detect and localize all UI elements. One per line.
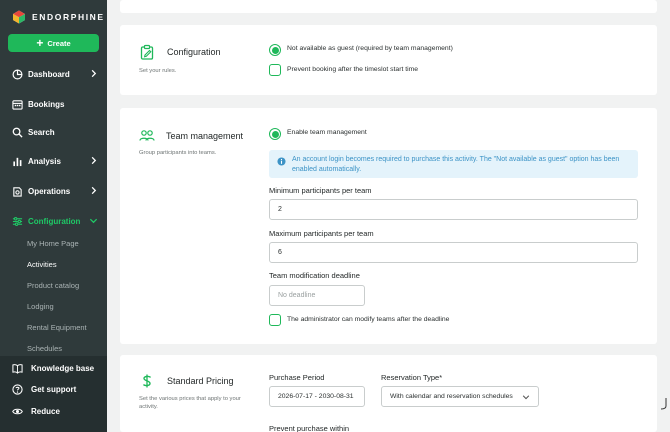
clipboard-icon	[140, 44, 154, 60]
sidebar-item-operations[interactable]: Operations	[0, 181, 107, 201]
brand[interactable]: ENDORPHINE	[12, 8, 105, 26]
endorphine-logo-icon	[13, 10, 25, 24]
team-deadline-label: Team modification deadline	[269, 271, 360, 280]
reservation-type-value: With calendar and reservation schedules	[390, 393, 513, 400]
team-info-text: An account login becomes required to pur…	[292, 156, 620, 173]
team-management-title: Team management	[166, 131, 244, 141]
chevron-down-icon	[522, 395, 530, 400]
max-participants-input[interactable]: 6	[269, 242, 638, 263]
sidebar-item-label: Analysis	[28, 156, 61, 166]
team-icon	[139, 130, 155, 141]
team-management-section: Team management Group participants into …	[120, 108, 657, 344]
reduce-sidebar-button[interactable]: Reduce	[12, 406, 60, 417]
operations-icon	[13, 186, 22, 197]
reservation-type-select[interactable]: With calendar and reservation schedules	[381, 386, 539, 407]
standard-pricing-subtitle: Set the various prices that apply to you…	[139, 396, 241, 410]
scrollbar-corner-icon	[661, 398, 667, 410]
sidebar-item-label: Operations	[28, 186, 71, 196]
plus-icon: +	[36, 35, 44, 50]
min-participants-label: Minimum participants per team	[269, 186, 372, 195]
sidebar-subitem-my-home-page[interactable]: My Home Page	[27, 239, 79, 248]
sidebar-footer: Knowledge base Get support Reduce	[0, 356, 107, 432]
sidebar-item-dashboard[interactable]: Dashboard	[0, 64, 107, 84]
dollar-icon	[142, 374, 152, 388]
sidebar-subitem-rental-equipment[interactable]: Rental Equipment	[27, 323, 87, 332]
sidebar-item-label: Bookings	[28, 99, 65, 109]
sidebar-subitem-activities[interactable]: Activities	[27, 260, 57, 269]
purchase-period-input[interactable]: 2026-07-17 - 2030-08-31	[269, 386, 365, 407]
min-participants-input[interactable]: 2	[269, 199, 638, 220]
previous-section-panel	[120, 0, 657, 13]
sidebar-subitem-lodging[interactable]: Lodging	[27, 302, 54, 311]
admin-modify-teams-checkbox[interactable]	[269, 314, 281, 326]
sliders-icon	[12, 216, 23, 226]
eye-icon	[12, 408, 23, 415]
prevent-purchase-label: Prevent purchase within	[269, 424, 350, 432]
chevron-down-icon	[89, 218, 98, 224]
sidebar-item-label: Search	[28, 127, 55, 137]
prevent-booking-label: Prevent booking after the timeslot start…	[287, 66, 419, 73]
sidebar-item-label: Dashboard	[28, 69, 70, 79]
dashboard-icon	[12, 69, 23, 79]
configuration-subtitle: Set your rules.	[139, 68, 177, 74]
max-participants-label: Maximum participants per team	[269, 229, 374, 238]
chevron-right-icon	[91, 186, 97, 195]
enable-team-management-toggle[interactable]	[269, 128, 281, 140]
team-deadline-input[interactable]: No deadline	[269, 285, 365, 306]
get-support-label: Get support	[31, 385, 77, 394]
sidebar-item-search[interactable]: Search	[0, 122, 107, 142]
sidebar-item-analysis[interactable]: Analysis	[0, 151, 107, 171]
help-icon	[12, 384, 23, 395]
standard-pricing-section: Standard Pricing Set the various prices …	[120, 355, 657, 432]
sidebar-item-bookings[interactable]: Bookings	[0, 94, 107, 114]
search-icon	[12, 127, 23, 138]
standard-pricing-title: Standard Pricing	[167, 376, 234, 386]
get-support-link[interactable]: Get support	[12, 384, 76, 395]
configuration-title: Configuration	[167, 47, 221, 57]
chevron-right-icon	[91, 156, 97, 165]
enable-team-management-label: Enable team management	[287, 129, 367, 136]
create-button[interactable]: + Create	[8, 34, 99, 52]
not-available-as-guest-radio[interactable]	[269, 44, 281, 56]
reduce-label: Reduce	[31, 407, 60, 416]
knowledge-base-link[interactable]: Knowledge base	[12, 363, 94, 374]
team-info-alert: An account login becomes required to pur…	[269, 150, 638, 178]
admin-modify-teams-label: The administrator can modify teams after…	[287, 316, 450, 323]
prevent-booking-checkbox[interactable]	[269, 64, 281, 76]
sidebar-subitem-product-catalog[interactable]: Product catalog	[27, 281, 79, 290]
not-available-as-guest-label: Not available as guest (required by team…	[287, 45, 453, 52]
calendar-icon	[12, 99, 23, 110]
bar-chart-icon	[13, 157, 22, 166]
sidebar-item-label: Configuration	[28, 216, 81, 226]
create-button-label: Create	[47, 38, 71, 48]
book-icon	[12, 364, 23, 374]
sidebar: ENDORPHINE + Create Dashboard Bookings S…	[0, 0, 107, 432]
knowledge-base-label: Knowledge base	[31, 364, 95, 373]
chevron-right-icon	[91, 69, 97, 78]
sidebar-subitem-schedules[interactable]: Schedules	[27, 344, 62, 353]
sidebar-item-configuration[interactable]: Configuration	[0, 211, 107, 231]
reservation-type-label: Reservation Type*	[381, 373, 443, 382]
configuration-section: Configuration Set your rules. Not availa…	[120, 25, 657, 95]
purchase-period-label: Purchase Period	[269, 373, 325, 382]
brand-name: ENDORPHINE	[32, 12, 105, 22]
team-management-subtitle: Group participants into teams.	[139, 150, 217, 156]
info-icon	[277, 157, 286, 166]
